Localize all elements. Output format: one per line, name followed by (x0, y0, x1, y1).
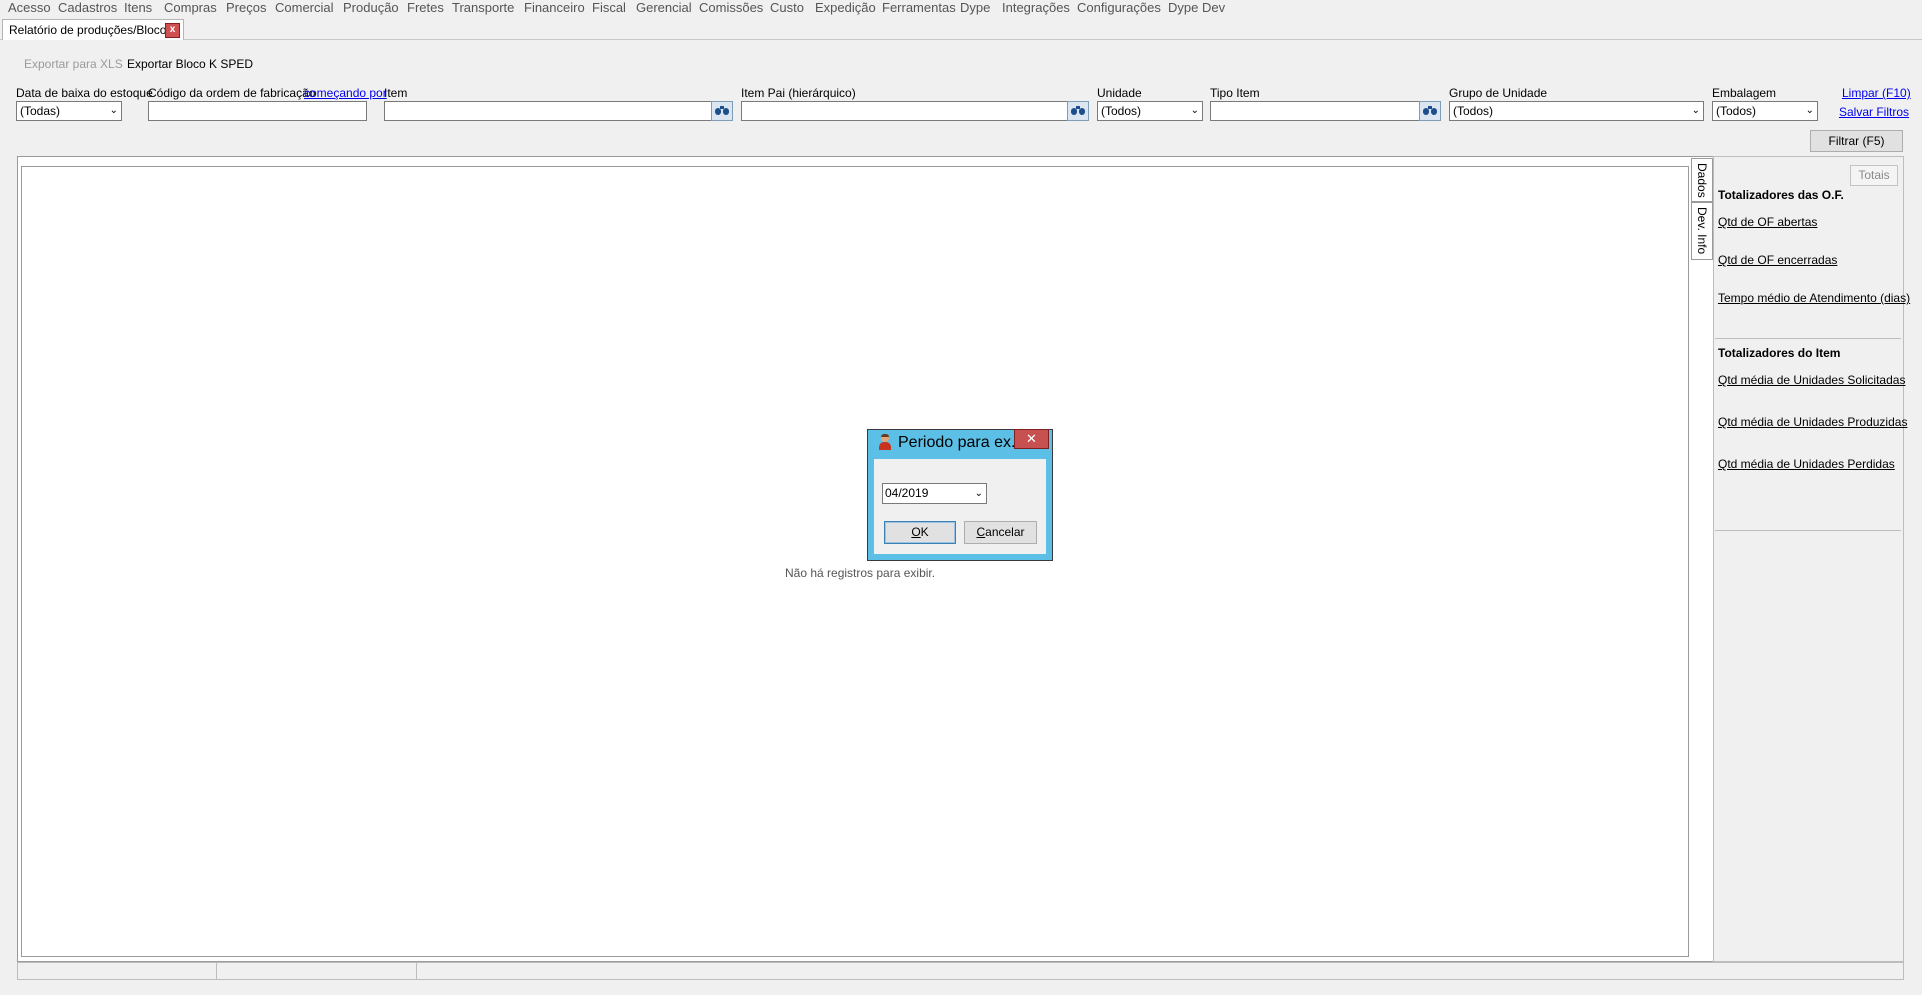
ok-accel-key: O (911, 525, 921, 539)
dialog-close-button[interactable]: ✕ (1014, 429, 1049, 449)
embalagem-value: (Todos) (1716, 104, 1757, 118)
dialog-title: Periodo para ex... (898, 434, 1025, 451)
totals-divider (1715, 338, 1901, 339)
menu-comercial[interactable]: Comercial (274, 0, 335, 17)
export-xls-button[interactable]: Exportar para XLS (24, 57, 123, 71)
ok-button[interactable]: OK (884, 521, 956, 544)
item-pai-lookup-button[interactable] (1067, 101, 1089, 121)
filtrar-button[interactable]: Filtrar (F5) (1810, 130, 1903, 152)
tab-dev-info[interactable]: Dev. Info (1691, 202, 1713, 260)
chevron-down-icon: ⌄ (1190, 105, 1199, 116)
empty-grid-message: Não há registros para exibir. (785, 566, 936, 580)
tipo-item-input[interactable] (1210, 101, 1441, 121)
of-encerradas-link[interactable]: Qtd de OF encerradas (1718, 253, 1837, 267)
tab-relatorio-producoes[interactable]: Relatório de produções/Bloco k x (2, 19, 184, 40)
menu-precos[interactable]: Preços (225, 0, 267, 17)
grupo-unidade-label: Grupo de Unidade (1449, 86, 1548, 100)
item-lookup-button[interactable] (711, 101, 733, 121)
status-bar (17, 962, 1904, 980)
of-abertas-link[interactable]: Qtd de OF abertas (1718, 215, 1817, 229)
document-tab-strip: Relatório de produções/Bloco k x (0, 18, 1922, 40)
data-baixa-select[interactable]: (Todas) ⌄ (16, 101, 122, 121)
cancel-accel-key: C (976, 525, 986, 539)
grupo-unidade-value: (Todos) (1453, 104, 1494, 118)
binoculars-icon (1423, 106, 1437, 116)
tempo-medio-link[interactable]: Tempo médio de Atendimento (dias) (1718, 291, 1910, 305)
menu-ferramentas[interactable]: Ferramentas (881, 0, 957, 17)
unidade-label: Unidade (1097, 86, 1142, 100)
comecando-por-link[interactable]: começando por (304, 86, 387, 100)
period-value: 04/2019 (885, 486, 929, 500)
salvar-filtros-link[interactable]: Salvar Filtros (1839, 105, 1909, 119)
of-totals-heading: Totalizadores das O.F. (1718, 188, 1844, 202)
results-grid[interactable] (21, 166, 1689, 957)
cancel-button[interactable]: Cancelar (964, 521, 1037, 544)
period-select[interactable]: 04/2019 ⌄ (882, 483, 987, 504)
menu-comissoes[interactable]: Comissões (698, 0, 764, 17)
codigo-of-label: Código da ordem de fabricação (148, 86, 316, 100)
user-icon (878, 434, 892, 450)
unidade-select[interactable]: (Todos) ⌄ (1097, 101, 1203, 121)
menu-cadastros[interactable]: Cadastros (57, 0, 118, 17)
menu-transporte[interactable]: Transporte (451, 0, 515, 17)
unidades-solicitadas-link[interactable]: Qtd média de Unidades Solicitadas (1718, 373, 1905, 387)
menu-compras[interactable]: Compras (163, 0, 218, 17)
tab-dados[interactable]: Dados (1691, 158, 1713, 202)
tab-label: Relatório de produções/Bloco k (9, 23, 176, 37)
totals-panel (1713, 156, 1904, 962)
item-pai-input[interactable] (741, 101, 1089, 121)
grupo-unidade-select[interactable]: (Todos) ⌄ (1449, 101, 1704, 121)
chevron-down-icon: ⌄ (109, 105, 118, 116)
menu-gerencial[interactable]: Gerencial (635, 0, 693, 17)
menu-itens[interactable]: Itens (123, 0, 153, 17)
binoculars-icon (1071, 106, 1085, 116)
tipo-item-lookup-button[interactable] (1419, 101, 1441, 121)
item-input[interactable] (384, 101, 733, 121)
embalagem-select[interactable]: (Todos) ⌄ (1712, 101, 1818, 121)
item-pai-label: Item Pai (hierárquico) (741, 86, 856, 100)
status-bar-divider (216, 962, 217, 980)
item-label: Item (384, 86, 408, 100)
ok-label-rest: K (920, 525, 929, 539)
limpar-link[interactable]: Limpar (F10) (1842, 86, 1911, 100)
cancel-label-rest: ancelar (985, 525, 1025, 539)
tab-close-icon[interactable]: x (165, 23, 180, 38)
menu-custo[interactable]: Custo (769, 0, 805, 17)
embalagem-label: Embalagem (1712, 86, 1777, 100)
data-baixa-label: Data de baixa do estoque (16, 86, 153, 100)
unidades-perdidas-link[interactable]: Qtd média de Unidades Perdidas (1718, 457, 1895, 471)
menu-bar: Acesso Cadastros Itens Compras Preços Co… (0, 0, 1922, 18)
chevron-down-icon: ⌄ (1805, 105, 1814, 116)
binoculars-icon (715, 106, 729, 116)
menu-producao[interactable]: Produção (342, 0, 400, 17)
tab-dados-label: Dados (1695, 163, 1709, 198)
menu-configuracoes[interactable]: Configurações (1076, 0, 1162, 17)
export-sped-button[interactable]: Exportar Bloco K SPED (127, 57, 253, 71)
chevron-down-icon: ⌄ (1691, 105, 1700, 116)
totais-button[interactable]: Totais (1850, 165, 1898, 186)
item-totals-heading: Totalizadores do Item (1718, 346, 1841, 360)
data-baixa-value: (Todas) (20, 104, 61, 118)
status-bar-divider (416, 962, 417, 980)
tipo-item-label: Tipo Item (1210, 86, 1260, 100)
menu-dype[interactable]: Dype (959, 0, 991, 17)
unidade-value: (Todos) (1101, 104, 1142, 118)
menu-integracoes[interactable]: Integrações (1001, 0, 1071, 17)
tab-dev-info-label: Dev. Info (1695, 207, 1709, 255)
unidades-produzidas-link[interactable]: Qtd média de Unidades Produzidas (1718, 415, 1907, 429)
menu-dype-dev[interactable]: Dype Dev (1167, 0, 1226, 17)
menu-fiscal[interactable]: Fiscal (591, 0, 627, 17)
menu-financeiro[interactable]: Financeiro (523, 0, 586, 17)
menu-fretes[interactable]: Fretes (406, 0, 445, 17)
menu-expedicao[interactable]: Expedição (814, 0, 877, 17)
chevron-down-icon: ⌄ (974, 488, 983, 499)
codigo-of-input[interactable] (148, 101, 367, 121)
menu-acesso[interactable]: Acesso (7, 0, 52, 17)
totals-divider (1715, 530, 1901, 531)
